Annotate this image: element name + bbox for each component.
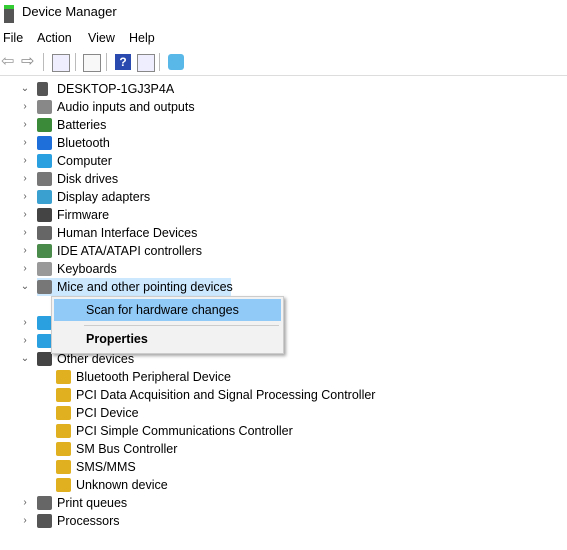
toolbar: ⇦ ⇨ ? [0,50,567,76]
chevron-right-icon[interactable]: › [19,116,31,134]
warning-device-icon [56,442,71,456]
item-label: Processors [57,514,120,528]
chevron-right-icon[interactable]: › [19,494,31,512]
chevron-right-icon[interactable]: › [19,260,31,278]
menu-action[interactable]: Action [37,31,72,45]
menu-item-scan[interactable]: Scan for hardware changes [54,299,281,321]
item-label: Mice and other pointing devices [57,280,233,294]
item-label: PCI Simple Communications Controller [76,424,293,438]
window-title: Device Manager [22,4,117,19]
keyboard-icon [37,262,52,276]
chevron-down-icon[interactable]: ⌄ [19,80,31,98]
menu-item-properties[interactable]: Properties [54,328,281,350]
bluetooth-icon [37,136,52,150]
item-label: Audio inputs and outputs [57,100,195,114]
warning-device-icon [56,388,71,402]
chevron-right-icon[interactable]: › [19,170,31,188]
battery-icon [37,118,52,132]
menu-file[interactable]: File [3,31,23,45]
item-label: Display adapters [57,190,151,204]
mouse-icon [37,280,52,294]
chevron-right-icon[interactable]: › [19,206,31,224]
speaker-icon [37,100,52,114]
disk-icon [37,172,52,186]
chevron-right-icon[interactable]: › [19,224,31,242]
printer-icon [37,496,52,510]
menu-help[interactable]: Help [129,31,155,45]
item-label: SMS/MMS [76,460,136,474]
item-label: Computer [57,154,112,168]
warning-device-icon [56,370,71,384]
title-bar: Device Manager [0,0,567,26]
item-label: Bluetooth [57,136,110,150]
chevron-right-icon[interactable]: › [19,98,31,116]
warning-device-icon [56,406,71,420]
hid-icon [37,226,52,240]
show-hide-console-tree-icon[interactable] [52,54,70,72]
back-icon[interactable]: ⇦ [1,54,17,70]
item-label: Print queues [57,496,128,510]
chevron-down-icon[interactable]: ⌄ [19,350,31,368]
item-label: Human Interface Devices [57,226,198,240]
properties-label: Properties [86,332,148,346]
network-icon [37,334,52,348]
scan-label: Scan for hardware changes [86,303,239,317]
forward-icon[interactable]: ⇨ [21,54,37,70]
item-label: Unknown device [76,478,168,492]
scan-hardware-icon[interactable] [168,54,184,70]
item-label: Disk drives [57,172,119,186]
item-label: Bluetooth Peripheral Device [76,370,231,384]
monitor-icon [37,316,52,330]
action-pane-icon[interactable] [137,54,155,72]
firmware-icon [37,208,52,222]
chevron-right-icon[interactable]: › [19,512,31,530]
chevron-right-icon[interactable]: › [19,134,31,152]
chevron-right-icon[interactable]: › [19,152,31,170]
chevron-right-icon[interactable]: › [19,188,31,206]
context-menu: Scan for hardware changes Properties [51,296,284,354]
chevron-right-icon[interactable]: › [19,314,31,332]
root-label: DESKTOP-1GJ3P4A [57,82,175,96]
device-manager-icon [4,5,14,23]
warning-device-icon [56,460,71,474]
item-label: Keyboards [57,262,117,276]
computer-icon [37,154,52,168]
menu-view[interactable]: View [88,31,115,45]
item-label: Firmware [57,208,110,222]
unknown-device-icon [37,352,52,366]
chevron-down-icon[interactable]: ⌄ [19,278,31,296]
warning-device-icon [56,424,71,438]
chevron-right-icon[interactable]: › [19,242,31,260]
chevron-right-icon[interactable]: › [19,332,31,350]
help-icon[interactable]: ? [115,54,131,70]
computer-root-icon [37,82,48,96]
item-label: SM Bus Controller [76,442,178,456]
warning-device-icon [56,478,71,492]
item-label: Batteries [57,118,107,132]
ide-icon [37,244,52,258]
display-adapter-icon [37,190,52,204]
tree-category-item[interactable]: ⌄ Mice and other pointing devices [21,278,233,296]
item-label: PCI Device [76,406,139,420]
menu-separator [84,325,279,326]
properties-icon[interactable] [83,54,101,72]
item-label: PCI Data Acquisition and Signal Processi… [76,388,376,402]
processor-icon [37,514,52,528]
item-label: IDE ATA/ATAPI controllers [57,244,202,258]
